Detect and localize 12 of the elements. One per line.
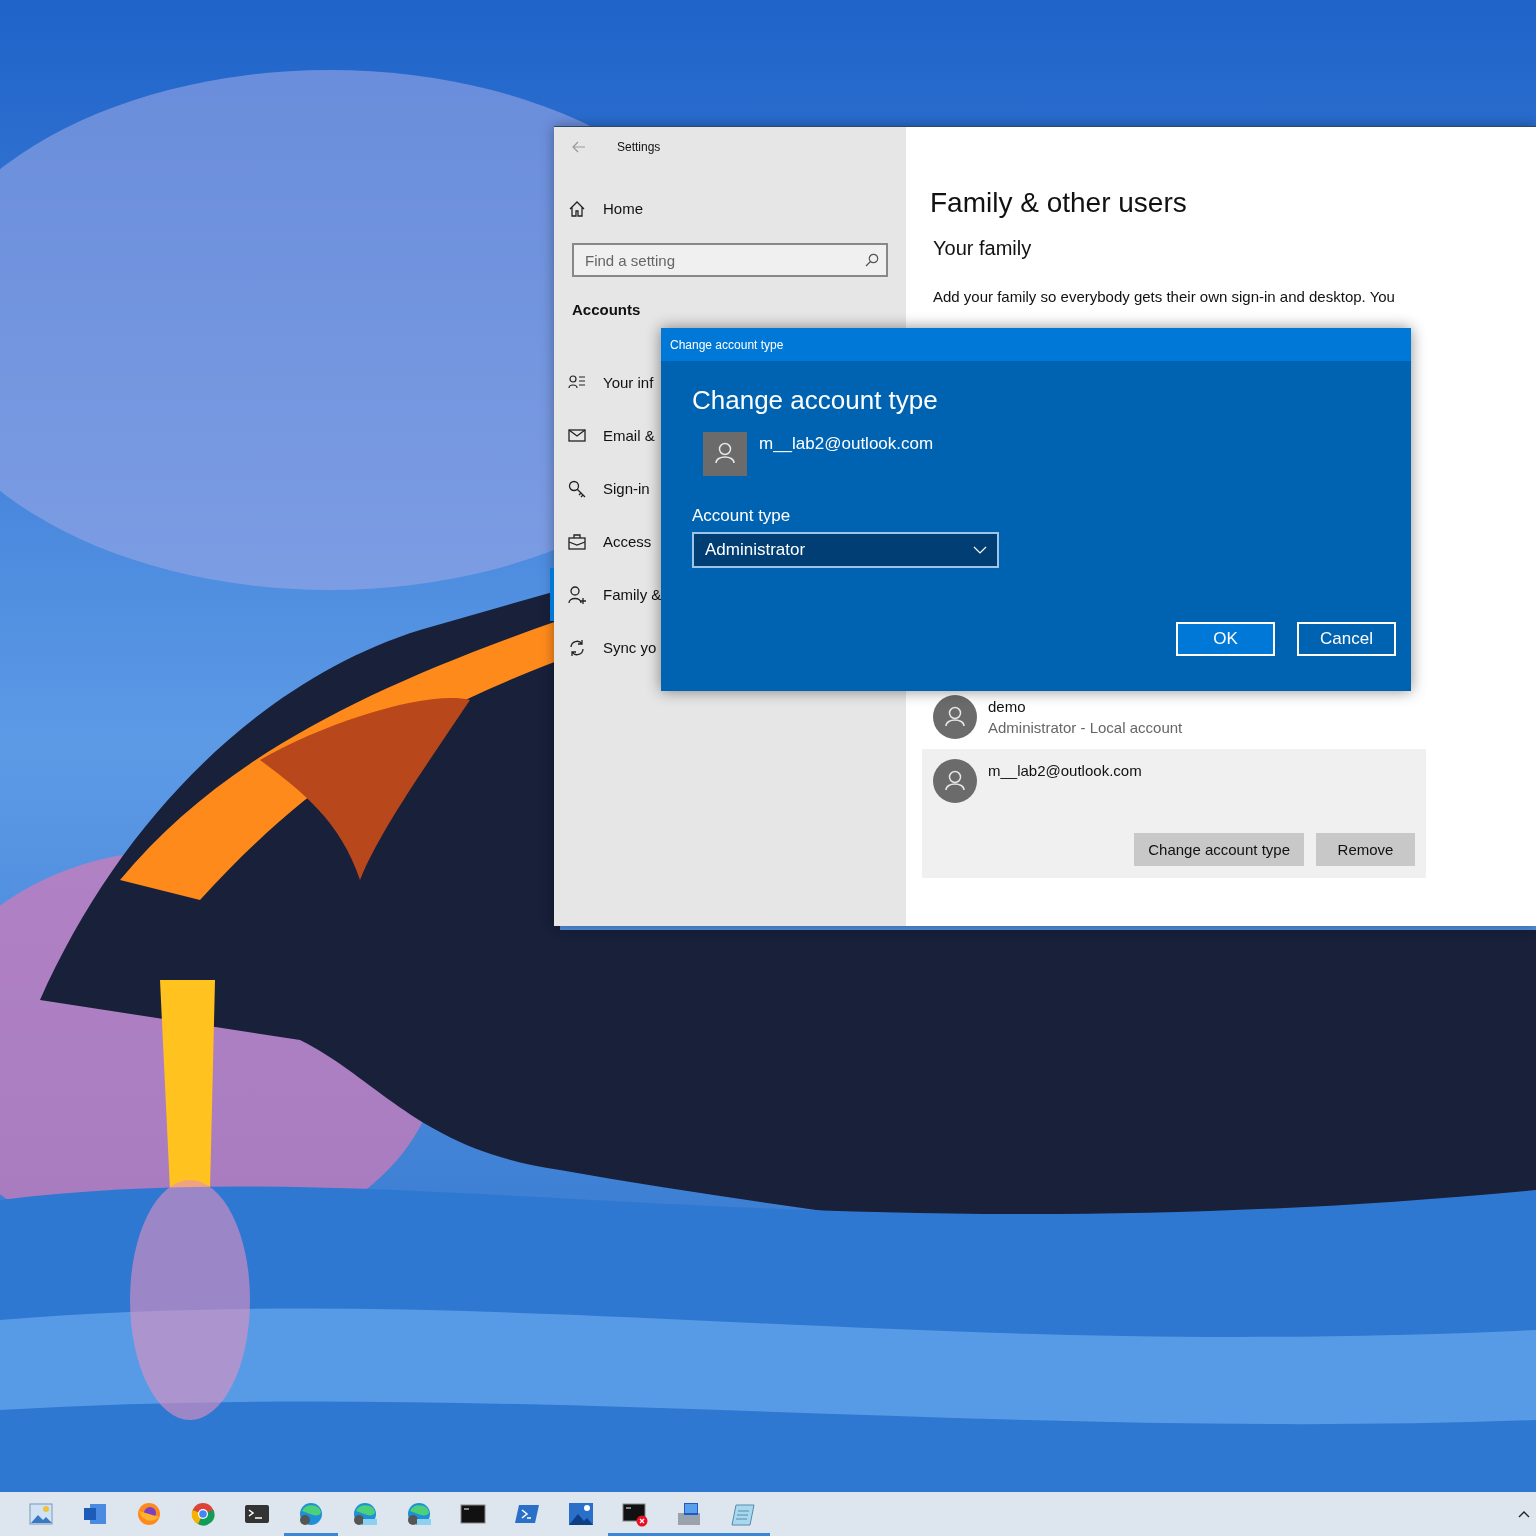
dialog-heading: Change account type [692,385,939,416]
section-heading: Your family [932,237,1033,260]
user-name: m__lab2@outlook.com [988,762,1142,779]
window-title: Settings [617,140,661,154]
section-heading: Accounts [571,301,642,318]
description-text: Add your family so everybody gets their own sign-in and desktop. You [932,288,1396,305]
dialog-title: Change account type [661,328,1411,361]
account-email: m__lab2@outlook.com [759,434,934,454]
user-name: demo [988,698,1027,715]
user-detail: Administrator - Local account [988,719,1183,736]
page-heading: Family & other users [930,187,1188,219]
field-label: Account type [692,506,792,526]
